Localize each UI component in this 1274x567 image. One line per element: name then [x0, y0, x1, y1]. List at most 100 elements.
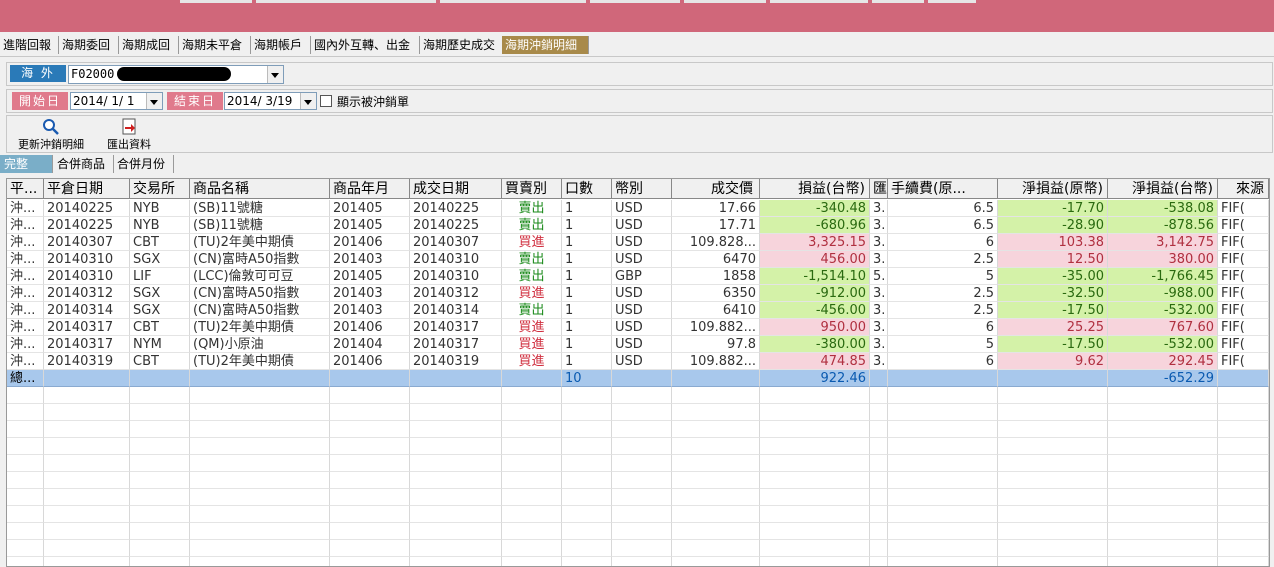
table-cell: 20140314 [410, 302, 502, 319]
table-cell [562, 438, 612, 455]
table-cell: FIF( [1218, 268, 1269, 285]
end-date-picker[interactable]: 2014/ 3/19 [224, 92, 317, 110]
col-header[interactable]: 商品名稱 [190, 179, 330, 199]
table-row[interactable]: 沖... 20140310 LIF (LCC)倫敦可可豆 201405 20140310 賣… [7, 268, 1269, 285]
tab-futures-account[interactable]: 海期帳戶 [251, 36, 311, 54]
table-cell [672, 387, 760, 404]
table-cell [760, 387, 870, 404]
start-date-picker[interactable]: 2014/ 1/ 1 [70, 92, 163, 110]
chevron-down-icon[interactable] [267, 66, 283, 83]
table-cell: 6 [888, 234, 998, 251]
table-cell [330, 387, 410, 404]
col-header[interactable]: 淨損益(原幣) [998, 179, 1108, 199]
table-row[interactable]: 沖... 20140317 CBT (TU)2年美中期債 201406 20140317 買… [7, 319, 1269, 336]
table-cell [1108, 506, 1218, 523]
table-cell [562, 421, 612, 438]
table-cell [190, 523, 330, 540]
col-header[interactable]: 來源 [1218, 179, 1269, 199]
total-row[interactable]: 總... 10 922.46 -652.29 [7, 370, 1269, 387]
table-row[interactable]: 沖... 20140225 NYB (SB)11號糖 201405 20140225 賣出 1… [7, 217, 1269, 234]
col-header[interactable]: 成交價 [672, 179, 760, 199]
tab-futures-order-report[interactable]: 海期委回 [59, 36, 119, 54]
refresh-label: 更新沖銷明細 [18, 138, 84, 151]
table-cell: (SB)11號糖 [190, 217, 330, 234]
table-cell [190, 489, 330, 506]
table-cell: 201406 [330, 234, 410, 251]
table-row[interactable]: 沖... 20140225 NYB (SB)11號糖 201405 20140225 賣出 1… [7, 200, 1269, 217]
table-row[interactable]: 沖... 20140317 NYM (QM)小原油 201404 20140317 買進 1 U… [7, 336, 1269, 353]
table-cell: 3. [870, 234, 888, 251]
table-cell [998, 387, 1108, 404]
tab-futures-fill-report[interactable]: 海期成回 [119, 36, 179, 54]
table-cell [1108, 404, 1218, 421]
top-tab-stub[interactable] [928, 0, 976, 3]
table-cell [562, 489, 612, 506]
table-cell: -17.50 [998, 302, 1108, 319]
offset-detail-table[interactable]: 平... 平倉日期 交易所 商品名稱 商品年月 成交日期 買賣別 口數 幣別 成… [6, 178, 1270, 567]
table-cell: 20140314 [44, 302, 130, 319]
col-header[interactable]: 成交日期 [410, 179, 502, 199]
table-row[interactable]: 沖... 20140310 SGX (CN)富時A50指數 201403 20140310… [7, 251, 1269, 268]
table-cell: 20140310 [44, 268, 130, 285]
table-cell [1218, 523, 1269, 540]
export-button[interactable]: 匯出資料 [103, 118, 155, 152]
col-header[interactable]: 平... [7, 179, 44, 199]
top-tab-stub[interactable] [684, 0, 766, 3]
table-cell: 20140310 [410, 268, 502, 285]
table-cell: 109.882... [672, 353, 760, 370]
top-tab-stub[interactable] [770, 0, 868, 3]
table-row[interactable]: 沖... 20140307 CBT (TU)2年美中期債 201406 20140307 買… [7, 234, 1269, 251]
tab-merge-month[interactable]: 合併月份 [113, 155, 174, 173]
table-row[interactable]: 沖... 20140312 SGX (CN)富時A50指數 201403 20140312… [7, 285, 1269, 302]
table-cell [7, 489, 44, 506]
account-select[interactable]: F02000 [68, 65, 284, 84]
table-cell [410, 370, 502, 387]
refresh-button[interactable]: 更新沖銷明細 [13, 118, 89, 152]
col-header[interactable]: 口數 [562, 179, 612, 199]
col-header[interactable]: 手續費(原... [888, 179, 998, 199]
top-tab-stub[interactable] [872, 0, 924, 3]
chevron-down-icon[interactable] [300, 93, 316, 109]
top-tab-stub[interactable] [256, 0, 436, 3]
tab-full[interactable]: 完整 [0, 155, 53, 173]
table-cell [130, 506, 190, 523]
col-header[interactable]: 交易所 [130, 179, 190, 199]
table-cell [502, 472, 562, 489]
tab-merge-product[interactable]: 合併商品 [53, 155, 114, 173]
table-row[interactable]: 沖... 20140314 SGX (CN)富時A50指數 201403 20140314… [7, 302, 1269, 319]
table-cell [1108, 523, 1218, 540]
chevron-down-icon[interactable] [146, 93, 162, 109]
table-cell: 5 [888, 268, 998, 285]
top-tab-stub[interactable] [590, 0, 680, 3]
tab-advanced-report[interactable]: 進階回報 [0, 36, 59, 54]
table-cell: 950.00 [760, 319, 870, 336]
table-cell [870, 472, 888, 489]
col-header[interactable]: 商品年月 [330, 179, 410, 199]
table-row[interactable]: 沖... 20140319 CBT (TU)2年美中期債 201406 20140319 買… [7, 353, 1269, 370]
empty-row [7, 421, 1269, 438]
tab-futures-offset-detail[interactable]: 海期沖銷明細 [502, 36, 589, 54]
table-cell [1108, 489, 1218, 506]
table-cell [672, 523, 760, 540]
col-header[interactable]: 損益(台幣) [760, 179, 870, 199]
table-cell: 3. [870, 200, 888, 217]
top-tab-stub[interactable] [440, 0, 586, 3]
table-cell [130, 489, 190, 506]
tab-futures-trade-history[interactable]: 海期歷史成交 [420, 36, 505, 54]
col-header[interactable]: 平倉日期 [44, 179, 130, 199]
tab-transfer-withdraw[interactable]: 國內外互轉、出金 [311, 36, 420, 54]
table-cell: FIF( [1218, 302, 1269, 319]
col-header[interactable]: 匯 [870, 179, 888, 199]
col-header[interactable]: 淨損益(台幣) [1108, 179, 1218, 199]
table-cell [870, 489, 888, 506]
col-header[interactable]: 幣別 [612, 179, 672, 199]
show-offset-checkbox[interactable] [320, 95, 332, 107]
table-cell: 3,142.75 [1108, 234, 1218, 251]
table-cell [870, 421, 888, 438]
top-tab-stub[interactable] [180, 0, 252, 3]
table-cell: USD [612, 285, 672, 302]
tab-futures-open-position[interactable]: 海期未平倉 [179, 36, 251, 54]
col-header[interactable]: 買賣別 [502, 179, 562, 199]
table-cell: CBT [130, 319, 190, 336]
table-cell [44, 489, 130, 506]
